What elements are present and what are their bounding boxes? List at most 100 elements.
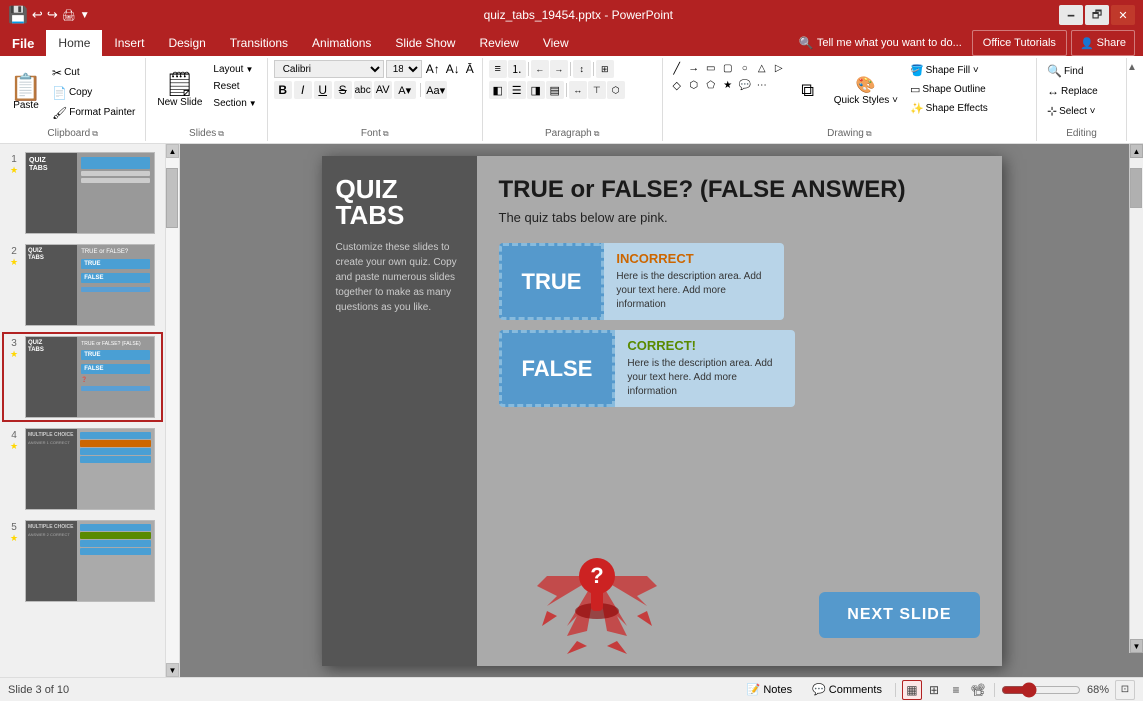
shape-more[interactable]: ⋯ <box>754 77 770 93</box>
tell-me-search[interactable]: 🔍 Tell me what you want to do... <box>789 30 972 56</box>
format-painter-btn[interactable]: 🖌 Format Painter <box>48 104 139 122</box>
reset-btn[interactable]: Reset <box>209 79 260 94</box>
line-spacing-btn[interactable]: ↕ <box>573 60 591 78</box>
italic-btn[interactable]: I <box>294 81 312 99</box>
view-tab[interactable]: View <box>531 30 581 56</box>
print-icon[interactable]: 🖨 <box>62 9 76 22</box>
columns-btn[interactable]: ⊞ <box>596 60 614 78</box>
slide-thumb-5[interactable]: 5 ★ MULTIPLE CHOICE ANSWER 2 CORRECT <box>4 518 161 604</box>
review-tab[interactable]: Review <box>467 30 530 56</box>
slide-thumb-3[interactable]: 3 ★ QUIZTABS TRUE or FALSE? (FALSE) TRUE… <box>4 334 161 420</box>
arrange-btn[interactable]: ⧉ <box>790 60 826 120</box>
justify-btn[interactable]: ▤ <box>546 81 564 99</box>
animations-tab[interactable]: Animations <box>300 30 383 56</box>
numbering-btn[interactable]: ⒈ <box>508 60 526 78</box>
slide-panel-scroll[interactable]: 1 ★ QUIZTABS <box>0 144 165 677</box>
shape-hex[interactable]: ⬡ <box>686 77 702 93</box>
ribbon-collapse-btn[interactable]: ▲ <box>1127 58 1143 141</box>
slideshow-view-btn[interactable]: 📽 <box>968 680 988 700</box>
panel-scroll-down-btn[interactable]: ▼ <box>166 663 179 677</box>
shape-fill-btn[interactable]: 🪣 Shape Fill ˅ <box>906 62 992 79</box>
select-btn[interactable]: ⊹ Select ˅ <box>1043 102 1120 120</box>
section-btn[interactable]: Section▼ <box>209 96 260 111</box>
home-tab[interactable]: Home <box>46 30 102 56</box>
slides-expand-icon[interactable]: ⧉ <box>218 129 224 139</box>
transitions-tab[interactable]: Transitions <box>218 30 300 56</box>
shadow-btn[interactable]: abc <box>354 81 372 99</box>
quick-styles-btn[interactable]: 🎨 Quick Styles ˅ <box>829 60 903 120</box>
comments-btn[interactable]: 💬 Comments <box>805 681 889 698</box>
canvas-scroll-thumb[interactable] <box>1130 168 1142 208</box>
design-tab[interactable]: Design <box>156 30 217 56</box>
align-text-btn[interactable]: ⊤ <box>588 81 606 99</box>
panel-scroll-up-btn[interactable]: ▲ <box>166 144 179 158</box>
slide-thumb-4[interactable]: 4 ★ MULTIPLE CHOICE ANSWER 1 CORRECT <box>4 426 161 512</box>
reading-view-btn[interactable]: ≡ <box>946 680 966 700</box>
office-tutorials-btn[interactable]: Office Tutorials <box>972 30 1067 56</box>
true-answer-btn[interactable]: TRUE <box>499 243 605 320</box>
normal-view-btn[interactable]: ▦ <box>902 680 922 700</box>
font-color-btn[interactable]: A▾ <box>394 81 416 99</box>
font-size-up-btn[interactable]: A↑ <box>424 61 442 77</box>
char-case-btn[interactable]: Aa▾ <box>425 81 447 99</box>
char-spacing-btn[interactable]: AV <box>374 81 392 99</box>
slide-sorter-btn[interactable]: ⊞ <box>924 680 944 700</box>
indent-decrease-btn[interactable]: ← <box>531 60 549 78</box>
share-btn[interactable]: 👤 Share <box>1071 30 1135 56</box>
shape-effects-btn[interactable]: ✨ Shape Effects <box>906 100 992 117</box>
canvas-scroll-down-btn[interactable]: ▼ <box>1130 639 1143 653</box>
shape-star[interactable]: ★ <box>720 77 736 93</box>
shape-round-rect[interactable]: ▢ <box>720 60 736 76</box>
layout-btn[interactable]: Layout▼ <box>209 62 260 77</box>
cut-btn[interactable]: ✂ Cut <box>48 64 139 82</box>
panel-scroll-thumb[interactable] <box>166 168 178 228</box>
bold-btn[interactable]: B <box>274 81 292 99</box>
shape-diamond[interactable]: ◇ <box>669 77 685 93</box>
new-slide-btn[interactable]: 🗒 New Slide <box>152 60 207 120</box>
paste-btn[interactable]: 📋 Paste <box>6 63 46 123</box>
bullets-btn[interactable]: ≡ <box>489 60 507 78</box>
file-tab[interactable]: File <box>0 30 46 56</box>
slideshow-tab[interactable]: Slide Show <box>383 30 467 56</box>
shape-tri[interactable]: △ <box>754 60 770 76</box>
window-close-btn[interactable]: ✕ <box>1111 5 1135 25</box>
shape-rect[interactable]: ▭ <box>703 60 719 76</box>
insert-tab[interactable]: Insert <box>102 30 156 56</box>
shape-line[interactable]: ╱ <box>669 60 685 76</box>
paragraph-expand-icon[interactable]: ⧉ <box>594 129 600 139</box>
shape-rtri[interactable]: ▷ <box>771 60 787 76</box>
window-restore-btn[interactable]: 🗗 <box>1085 5 1109 25</box>
next-slide-btn[interactable]: NEXT SLIDE <box>819 592 979 638</box>
find-btn[interactable]: 🔍 Find <box>1043 62 1120 80</box>
false-answer-btn[interactable]: FALSE <box>499 330 616 407</box>
clear-format-btn[interactable]: Ā <box>464 61 476 77</box>
shape-outline-btn[interactable]: ▭ Shape Outline <box>906 81 992 98</box>
smartart-btn[interactable]: ⬡ <box>607 81 625 99</box>
clipboard-expand-icon[interactable]: ⧉ <box>92 129 98 139</box>
strikethrough-btn[interactable]: S <box>334 81 352 99</box>
align-right-btn[interactable]: ◨ <box>527 81 545 99</box>
slide-thumb-2[interactable]: 2 ★ QUIZTABS TRUE or FALSE? TRUE FALSE <box>4 242 161 328</box>
drawing-expand-icon[interactable]: ⧉ <box>866 129 872 139</box>
shape-callout[interactable]: 💬 <box>737 77 753 93</box>
font-family-select[interactable]: Calibri <box>274 60 384 78</box>
align-left-btn[interactable]: ◧ <box>489 81 507 99</box>
align-center-btn[interactable]: ☰ <box>508 81 526 99</box>
shape-pent[interactable]: ⬠ <box>703 77 719 93</box>
copy-btn[interactable]: 📄 Copy <box>48 84 139 102</box>
text-direction-btn[interactable]: ↔ <box>569 81 587 99</box>
slide-thumb-1[interactable]: 1 ★ QUIZTABS <box>4 150 161 236</box>
save-icon[interactable]: 💾 <box>8 5 28 25</box>
fit-slide-btn[interactable]: ⊡ <box>1115 680 1135 700</box>
font-size-select[interactable]: 18 <box>386 60 422 78</box>
redo-icon[interactable]: ↪ <box>47 7 58 23</box>
notes-btn[interactable]: 📝 Notes <box>740 681 799 698</box>
shape-ellipse[interactable]: ○ <box>737 60 753 76</box>
underline-btn[interactable]: U <box>314 81 332 99</box>
zoom-slider[interactable] <box>1001 684 1081 696</box>
canvas-scroll-up-btn[interactable]: ▲ <box>1130 144 1143 158</box>
window-minimize-btn[interactable]: 🗕 <box>1059 5 1083 25</box>
indent-increase-btn[interactable]: → <box>550 60 568 78</box>
shape-arrow[interactable]: → <box>686 60 702 76</box>
font-expand-icon[interactable]: ⧉ <box>383 129 389 139</box>
